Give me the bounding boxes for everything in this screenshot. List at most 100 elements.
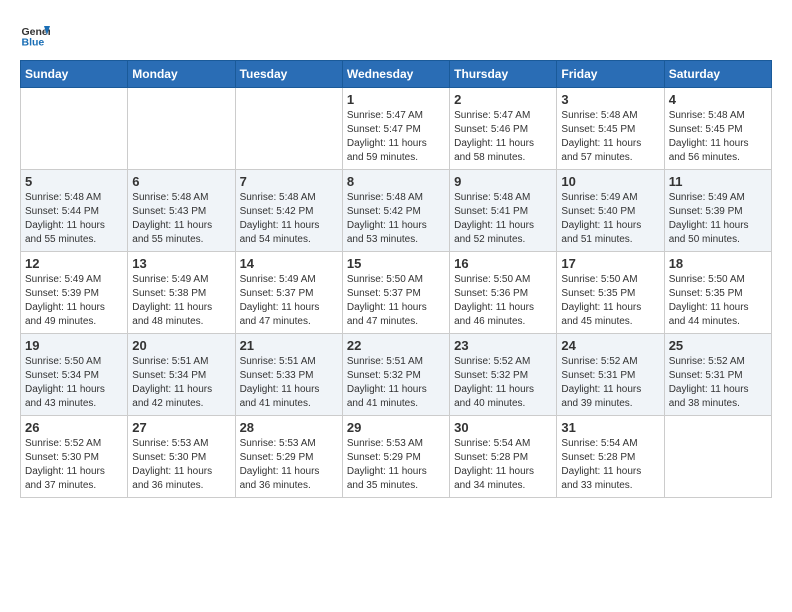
day-number: 13 <box>132 256 230 271</box>
day-header-saturday: Saturday <box>664 61 771 88</box>
calendar-cell: 21 Sunrise: 5:51 AM Sunset: 5:33 PM Dayli… <box>235 334 342 416</box>
calendar-cell: 13 Sunrise: 5:49 AM Sunset: 5:38 PM Dayli… <box>128 252 235 334</box>
calendar-cell: 1Sunrise: 5:47 AM Sunset: 5:47 PM Daylig… <box>342 88 449 170</box>
day-number: 6 <box>132 174 230 189</box>
day-info: Sunrise: 5:52 AM Sunset: 5:32 PM Dayligh… <box>454 355 552 411</box>
calendar-cell: 8 Sunrise: 5:48 AM Sunset: 5:42 PM Daylig… <box>342 170 449 252</box>
day-number: 17 <box>561 256 659 271</box>
calendar-cell: 20 Sunrise: 5:51 AM Sunset: 5:34 PM Dayli… <box>128 334 235 416</box>
day-info: Sunrise: 5:48 AM Sunset: 5:42 PM Dayligh… <box>347 191 445 247</box>
day-number: 20 <box>132 338 230 353</box>
calendar-cell: 2 Sunrise: 5:47 AM Sunset: 5:46 PM Daylig… <box>450 88 557 170</box>
calendar-cell: 4 Sunrise: 5:48 AM Sunset: 5:45 PM Daylig… <box>664 88 771 170</box>
calendar-cell: 22 Sunrise: 5:51 AM Sunset: 5:32 PM Dayli… <box>342 334 449 416</box>
svg-text:Blue: Blue <box>22 37 45 49</box>
day-info: Sunrise: 5:48 AM Sunset: 5:41 PM Dayligh… <box>454 191 552 247</box>
calendar-cell: 9Sunrise: 5:48 AM Sunset: 5:41 PM Daylig… <box>450 170 557 252</box>
day-info: Sunrise: 5:49 AM Sunset: 5:38 PM Dayligh… <box>132 273 230 329</box>
calendar-cell: 31 Sunrise: 5:54 AM Sunset: 5:28 PM Dayli… <box>557 416 664 498</box>
day-header-wednesday: Wednesday <box>342 61 449 88</box>
day-number: 15 <box>347 256 445 271</box>
day-info: Sunrise: 5:53 AM Sunset: 5:29 PM Dayligh… <box>347 437 445 493</box>
day-info: Sunrise: 5:47 AM Sunset: 5:46 PM Dayligh… <box>454 109 552 165</box>
calendar-week-2: 12 Sunrise: 5:49 AM Sunset: 5:39 PM Dayli… <box>21 252 772 334</box>
calendar-cell: 28Sunrise: 5:53 AM Sunset: 5:29 PM Dayli… <box>235 416 342 498</box>
calendar-week-1: 5Sunrise: 5:48 AM Sunset: 5:44 PM Daylig… <box>21 170 772 252</box>
day-number: 3 <box>561 92 659 107</box>
day-number: 16 <box>454 256 552 271</box>
day-header-thursday: Thursday <box>450 61 557 88</box>
day-info: Sunrise: 5:54 AM Sunset: 5:28 PM Dayligh… <box>561 437 659 493</box>
day-info: Sunrise: 5:49 AM Sunset: 5:39 PM Dayligh… <box>669 191 767 247</box>
day-header-tuesday: Tuesday <box>235 61 342 88</box>
day-info: Sunrise: 5:54 AM Sunset: 5:28 PM Dayligh… <box>454 437 552 493</box>
day-number: 10 <box>561 174 659 189</box>
day-info: Sunrise: 5:48 AM Sunset: 5:45 PM Dayligh… <box>561 109 659 165</box>
day-number: 24 <box>561 338 659 353</box>
calendar-cell: 24 Sunrise: 5:52 AM Sunset: 5:31 PM Dayli… <box>557 334 664 416</box>
day-info: Sunrise: 5:53 AM Sunset: 5:30 PM Dayligh… <box>132 437 230 493</box>
calendar-cell <box>128 88 235 170</box>
day-number: 31 <box>561 420 659 435</box>
calendar-cell: 11Sunrise: 5:49 AM Sunset: 5:39 PM Dayli… <box>664 170 771 252</box>
calendar-cell <box>235 88 342 170</box>
day-header-sunday: Sunday <box>21 61 128 88</box>
calendar-cell: 23 Sunrise: 5:52 AM Sunset: 5:32 PM Dayli… <box>450 334 557 416</box>
day-info: Sunrise: 5:50 AM Sunset: 5:35 PM Dayligh… <box>561 273 659 329</box>
day-info: Sunrise: 5:52 AM Sunset: 5:31 PM Dayligh… <box>561 355 659 411</box>
day-info: Sunrise: 5:52 AM Sunset: 5:31 PM Dayligh… <box>669 355 767 411</box>
day-number: 8 <box>347 174 445 189</box>
day-number: 25 <box>669 338 767 353</box>
day-header-monday: Monday <box>128 61 235 88</box>
calendar-week-0: 1Sunrise: 5:47 AM Sunset: 5:47 PM Daylig… <box>21 88 772 170</box>
day-number: 26 <box>25 420 123 435</box>
calendar-table: SundayMondayTuesdayWednesdayThursdayFrid… <box>20 60 772 498</box>
calendar-cell: 26 Sunrise: 5:52 AM Sunset: 5:30 PM Dayli… <box>21 416 128 498</box>
day-info: Sunrise: 5:49 AM Sunset: 5:37 PM Dayligh… <box>240 273 338 329</box>
day-number: 30 <box>454 420 552 435</box>
calendar-cell <box>664 416 771 498</box>
day-number: 19 <box>25 338 123 353</box>
calendar-cell: 10 Sunrise: 5:49 AM Sunset: 5:40 PM Dayli… <box>557 170 664 252</box>
day-info: Sunrise: 5:47 AM Sunset: 5:47 PM Dayligh… <box>347 109 445 165</box>
calendar-cell: 25 Sunrise: 5:52 AM Sunset: 5:31 PM Dayli… <box>664 334 771 416</box>
day-header-friday: Friday <box>557 61 664 88</box>
day-number: 22 <box>347 338 445 353</box>
day-info: Sunrise: 5:51 AM Sunset: 5:33 PM Dayligh… <box>240 355 338 411</box>
calendar-cell: 17 Sunrise: 5:50 AM Sunset: 5:35 PM Dayli… <box>557 252 664 334</box>
day-number: 12 <box>25 256 123 271</box>
day-info: Sunrise: 5:48 AM Sunset: 5:45 PM Dayligh… <box>669 109 767 165</box>
day-info: Sunrise: 5:50 AM Sunset: 5:37 PM Dayligh… <box>347 273 445 329</box>
day-number: 2 <box>454 92 552 107</box>
calendar-cell: 30 Sunrise: 5:54 AM Sunset: 5:28 PM Dayli… <box>450 416 557 498</box>
calendar-cell: 15 Sunrise: 5:50 AM Sunset: 5:37 PM Dayli… <box>342 252 449 334</box>
day-info: Sunrise: 5:51 AM Sunset: 5:32 PM Dayligh… <box>347 355 445 411</box>
day-info: Sunrise: 5:48 AM Sunset: 5:42 PM Dayligh… <box>240 191 338 247</box>
day-number: 18 <box>669 256 767 271</box>
calendar-cell: 18Sunrise: 5:50 AM Sunset: 5:35 PM Dayli… <box>664 252 771 334</box>
calendar-cell: 19 Sunrise: 5:50 AM Sunset: 5:34 PM Dayli… <box>21 334 128 416</box>
day-number: 21 <box>240 338 338 353</box>
day-number: 23 <box>454 338 552 353</box>
calendar-cell: 6Sunrise: 5:48 AM Sunset: 5:43 PM Daylig… <box>128 170 235 252</box>
day-number: 28 <box>240 420 338 435</box>
page-header: General Blue <box>20 20 772 50</box>
day-number: 5 <box>25 174 123 189</box>
calendar-week-4: 26 Sunrise: 5:52 AM Sunset: 5:30 PM Dayli… <box>21 416 772 498</box>
day-number: 29 <box>347 420 445 435</box>
calendar-cell <box>21 88 128 170</box>
calendar-cell: 29 Sunrise: 5:53 AM Sunset: 5:29 PM Dayli… <box>342 416 449 498</box>
calendar-cell: 5Sunrise: 5:48 AM Sunset: 5:44 PM Daylig… <box>21 170 128 252</box>
day-info: Sunrise: 5:49 AM Sunset: 5:39 PM Dayligh… <box>25 273 123 329</box>
calendar-week-3: 19 Sunrise: 5:50 AM Sunset: 5:34 PM Dayli… <box>21 334 772 416</box>
calendar-cell: 27Sunrise: 5:53 AM Sunset: 5:30 PM Dayli… <box>128 416 235 498</box>
day-info: Sunrise: 5:49 AM Sunset: 5:40 PM Dayligh… <box>561 191 659 247</box>
day-number: 4 <box>669 92 767 107</box>
day-number: 7 <box>240 174 338 189</box>
day-info: Sunrise: 5:50 AM Sunset: 5:34 PM Dayligh… <box>25 355 123 411</box>
calendar-cell: 14 Sunrise: 5:49 AM Sunset: 5:37 PM Dayli… <box>235 252 342 334</box>
logo-icon: General Blue <box>20 20 50 50</box>
day-number: 14 <box>240 256 338 271</box>
day-info: Sunrise: 5:51 AM Sunset: 5:34 PM Dayligh… <box>132 355 230 411</box>
day-info: Sunrise: 5:52 AM Sunset: 5:30 PM Dayligh… <box>25 437 123 493</box>
